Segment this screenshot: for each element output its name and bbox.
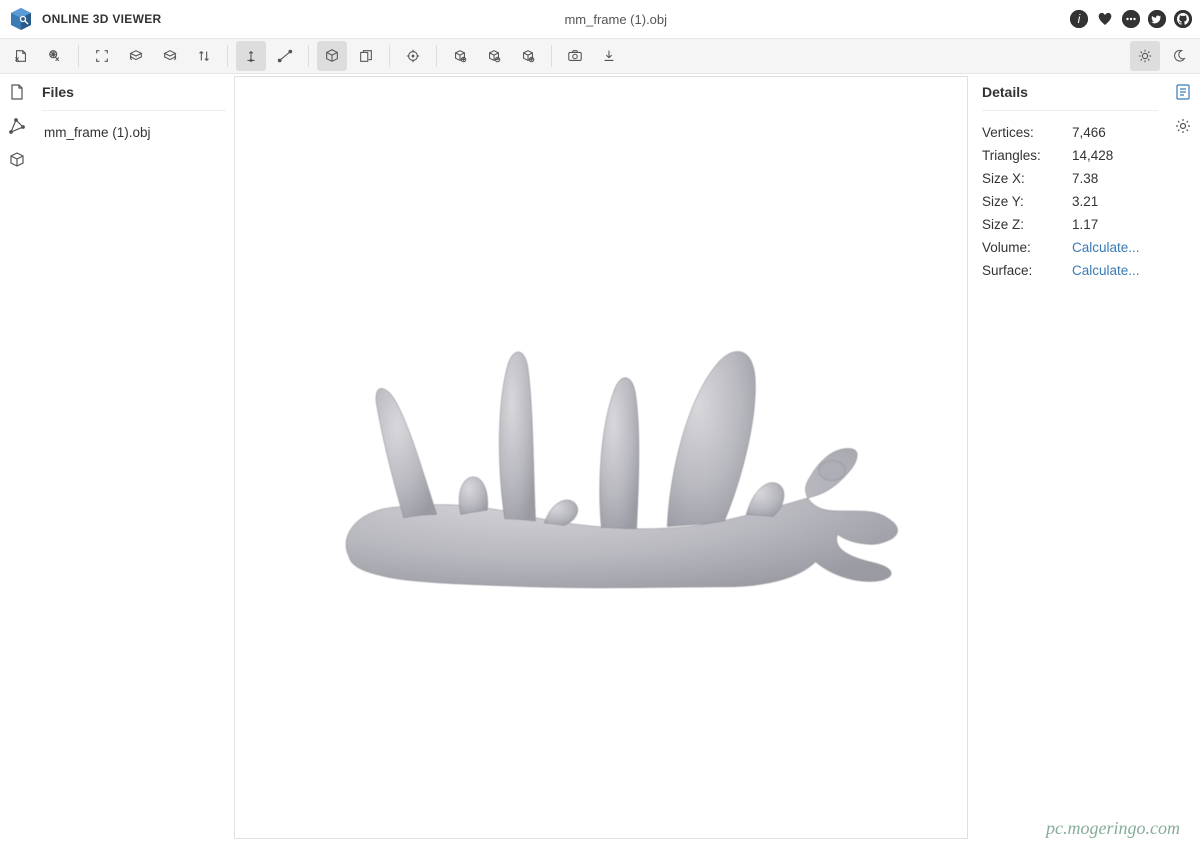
app-header: ONLINE 3D VIEWER mm_frame (1).obj i [0, 0, 1200, 38]
details-label: Vertices: [982, 125, 1072, 140]
left-rail [0, 74, 34, 845]
info-icon[interactable]: i [1070, 10, 1088, 28]
download-icon[interactable] [594, 41, 624, 71]
details-panel-title: Details [982, 84, 1158, 111]
rotate-right-icon[interactable] [155, 41, 185, 71]
toolbar [0, 38, 1200, 74]
main-area: Files mm_frame (1).obj [0, 74, 1200, 845]
left-panel: Files mm_frame (1).obj [34, 74, 234, 845]
viewport-3d[interactable] [234, 76, 968, 839]
details-icon[interactable] [1173, 82, 1193, 102]
details-row: Vertices:7,466 [982, 121, 1158, 144]
right-panel: Details Vertices:7,466Triangles:14,428Si… [968, 74, 1166, 845]
details-row: Size Y:3.21 [982, 190, 1158, 213]
comment-icon[interactable] [1122, 10, 1140, 28]
moon-icon[interactable] [1164, 41, 1194, 71]
header-actions: i [1070, 10, 1192, 28]
details-label: Triangles: [982, 148, 1072, 163]
toolbar-separator [551, 45, 552, 67]
zoom-in-icon[interactable] [445, 41, 475, 71]
copy-icon[interactable] [351, 41, 381, 71]
open-file-icon[interactable] [6, 41, 36, 71]
app-title: ONLINE 3D VIEWER [42, 12, 161, 26]
file-item[interactable]: mm_frame (1).obj [42, 121, 226, 144]
model-icon[interactable] [7, 150, 27, 170]
toolbar-separator [308, 45, 309, 67]
details-row: Size Z:1.17 [982, 213, 1158, 236]
toolbar-separator [436, 45, 437, 67]
mesh-icon[interactable] [7, 116, 27, 136]
details-value: 14,428 [1072, 148, 1158, 163]
zoom-out-icon[interactable] [479, 41, 509, 71]
toolbar-separator [78, 45, 79, 67]
files-panel-title: Files [42, 84, 226, 111]
zoom-fit-icon[interactable] [513, 41, 543, 71]
details-label: Size X: [982, 171, 1072, 186]
heart-icon[interactable] [1096, 10, 1114, 28]
details-label: Size Y: [982, 194, 1072, 209]
calculate-link[interactable]: Calculate... [1072, 263, 1158, 278]
model-render [272, 191, 931, 724]
details-label: Size Z: [982, 217, 1072, 232]
camera-icon[interactable] [560, 41, 590, 71]
details-value: 7.38 [1072, 171, 1158, 186]
axis-up-icon[interactable] [236, 41, 266, 71]
details-label: Volume: [982, 240, 1072, 255]
twitter-icon[interactable] [1148, 10, 1166, 28]
logo-cube-icon [8, 6, 34, 32]
details-label: Surface: [982, 263, 1072, 278]
measure-icon[interactable] [398, 41, 428, 71]
details-row: Volume:Calculate... [982, 236, 1158, 259]
details-value: 1.17 [1072, 217, 1158, 232]
details-row: Triangles:14,428 [982, 144, 1158, 167]
github-icon[interactable] [1174, 10, 1192, 28]
logo-block: ONLINE 3D VIEWER [8, 6, 161, 32]
calculate-link[interactable]: Calculate... [1072, 240, 1158, 255]
file-icon[interactable] [7, 82, 27, 102]
details-value: 3.21 [1072, 194, 1158, 209]
toolbar-separator [389, 45, 390, 67]
svg-text:i: i [1078, 12, 1081, 26]
rotate-left-icon[interactable] [121, 41, 151, 71]
cube-icon[interactable] [317, 41, 347, 71]
toolbar-separator [227, 45, 228, 67]
open-url-icon[interactable] [40, 41, 70, 71]
sun-icon[interactable] [1130, 41, 1160, 71]
details-row: Surface:Calculate... [982, 259, 1158, 282]
details-row: Size X:7.38 [982, 167, 1158, 190]
settings-icon[interactable] [1173, 116, 1193, 136]
flip-icon[interactable] [189, 41, 219, 71]
right-rail [1166, 74, 1200, 845]
edge-icon[interactable] [270, 41, 300, 71]
details-value: 7,466 [1072, 125, 1158, 140]
fit-icon[interactable] [87, 41, 117, 71]
current-filename: mm_frame (1).obj [161, 12, 1070, 27]
